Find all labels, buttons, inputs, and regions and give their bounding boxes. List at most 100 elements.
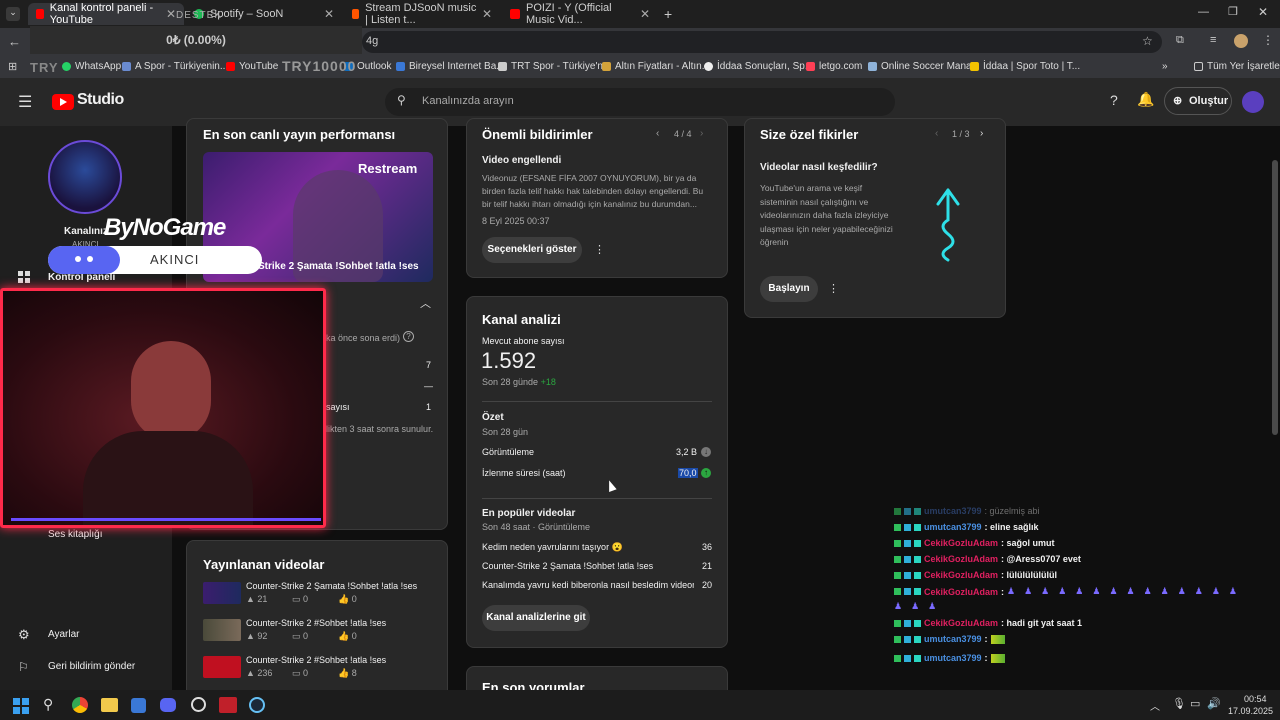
hamburger-menu-icon[interactable]: ☰ <box>18 92 32 112</box>
video-comments: 0 <box>303 668 309 678</box>
maximize-icon[interactable]: ❐ <box>1228 5 1238 18</box>
clock-time[interactable]: 00:54 <box>1244 694 1267 704</box>
clock-date[interactable]: 17.09.2025 <box>1228 706 1273 716</box>
go-to-analytics-button[interactable]: Kanal analizlerine git <box>482 605 590 631</box>
popular-video-title[interactable]: Kanalımda yavru kedi biberonla nasıl bes… <box>482 580 694 590</box>
video-thumbnail[interactable] <box>203 582 241 604</box>
bookmark-star-icon[interactable]: ☆ <box>1142 34 1153 48</box>
discord-icon <box>48 246 120 274</box>
subscribers-label: Mevcut abone sayısı <box>482 336 565 346</box>
bookmark-letgo[interactable]: letgo.com <box>806 61 862 72</box>
profile-avatar[interactable] <box>1234 34 1248 48</box>
sidebar-item-audio-library[interactable]: Ses kitaplığı <box>48 529 102 540</box>
tab-search-button[interactable]: ⌄ <box>6 7 20 21</box>
show-options-button[interactable]: Seçenekleri göster <box>482 237 582 263</box>
close-icon[interactable]: ✕ <box>640 7 650 21</box>
chat-user: CekikGozluAdam <box>924 538 999 548</box>
tab-youtube-music[interactable]: POIZI - Y (Official Music Vid... ✕ <box>502 2 658 26</box>
sidebar-item-settings[interactable]: Ayarlar <box>48 629 80 640</box>
start-button[interactable]: Başlayın <box>760 276 818 302</box>
bookmark-bank[interactable]: Bireysel Internet Ba... <box>396 61 505 72</box>
tray-chevron-icon[interactable]: ︿ <box>1150 698 1160 713</box>
prev-chevron-icon[interactable]: ‹ <box>656 128 659 139</box>
apps-grid-icon[interactable]: ⊞ <box>8 60 17 73</box>
microphone-icon[interactable]: 🎙 <box>1172 697 1186 710</box>
extensions-icon[interactable]: ⧉ <box>1176 34 1184 47</box>
create-button[interactable]: ⊕ Oluştur <box>1164 87 1232 115</box>
bookmark-iddaa[interactable]: İddaa Sonuçları, Sp... <box>704 61 813 72</box>
bookmark-trt[interactable]: TRT Spor - Türkiye'n... <box>498 61 611 72</box>
more-options-icon[interactable]: ⋮ <box>828 282 839 295</box>
bookmark-whatsapp[interactable]: WhatsApp <box>62 61 121 72</box>
chat-message: CekikGozluAdam: ♟♟♟♟♟♟♟♟♟♟♟♟♟♟ <box>894 586 1246 597</box>
close-icon[interactable]: ✕ <box>482 7 492 21</box>
notification-title: Video engellendi <box>482 155 562 166</box>
ideas-title: Size özel fikirler <box>760 127 859 142</box>
bookmark-osm[interactable]: Online Soccer Mana... <box>868 61 980 72</box>
osm-icon <box>868 62 877 71</box>
file-explorer-icon[interactable] <box>101 698 118 712</box>
prev-chevron-icon[interactable]: ‹ <box>935 128 938 139</box>
tab-youtube-studio[interactable]: Kanal kontrol paneli - YouTube ✕ <box>28 2 184 26</box>
bookmark-altin[interactable]: Altın Fiyatları - Altın... <box>602 61 710 72</box>
help-icon[interactable]: ? <box>1110 92 1118 108</box>
minimize-icon[interactable]: — <box>1198 6 1209 18</box>
close-icon[interactable]: ✕ <box>166 7 176 21</box>
next-chevron-icon[interactable]: › <box>980 128 983 139</box>
account-avatar[interactable] <box>1242 91 1264 113</box>
volume-icon[interactable]: 🔊 <box>1207 697 1221 710</box>
discord-taskbar-icon[interactable] <box>160 698 176 712</box>
sidebar-item-feedback[interactable]: Geri bildirim gönder <box>48 661 135 672</box>
collapse-chevron-icon[interactable]: ︿ <box>420 295 431 311</box>
bookmark-youtube[interactable]: YouTube <box>226 61 278 72</box>
app-icon[interactable] <box>191 697 206 712</box>
video-thumbnail[interactable] <box>203 656 241 678</box>
video-thumbnail[interactable] <box>203 619 241 641</box>
divider <box>482 498 712 499</box>
menu-dots-icon[interactable]: ⋮ <box>1262 33 1274 47</box>
bookmark-label: A Spor - Türkiyenin... <box>135 61 229 72</box>
trt-icon <box>498 62 507 71</box>
more-bookmarks-icon[interactable]: » <box>1162 61 1168 72</box>
bookmark-spor-toto[interactable]: İddaa | Spor Toto | T... <box>970 61 1080 72</box>
store-icon[interactable] <box>131 698 146 713</box>
published-video-title[interactable]: Counter-Strike 2 Şamata !Sohbet !atla !s… <box>246 581 417 591</box>
live-stat-value: 7 <box>426 360 432 370</box>
more-options-icon[interactable]: ⋮ <box>594 243 605 256</box>
bookmark-aspor[interactable]: A Spor - Türkiyenin... <box>122 61 228 72</box>
chat-message: CekikGozluAdam: @Aress0707 evet <box>894 554 1081 564</box>
ideas-body: YouTube'un arama ve keşif sisteminin nas… <box>760 183 893 247</box>
subscribers-value: 1.592 <box>481 348 537 373</box>
chrome-icon[interactable] <box>72 697 88 713</box>
next-chevron-icon[interactable]: › <box>700 128 703 139</box>
search-input[interactable]: ⚲ Kanalınızda arayın <box>385 88 895 116</box>
back-icon[interactable]: ← <box>8 34 21 49</box>
new-tab-icon[interactable]: + <box>664 6 672 22</box>
all-bookmarks[interactable]: Tüm Yer İşaretleri <box>1194 61 1280 72</box>
bell-icon[interactable]: 🔔 <box>1137 91 1154 108</box>
video-likes: 8 <box>351 668 357 678</box>
window-close-icon[interactable]: ✕ <box>1258 5 1268 19</box>
media-app-icon[interactable] <box>219 697 237 713</box>
popular-video-title[interactable]: Kedim neden yavrularını taşıyor 😮 <box>482 542 623 553</box>
bookmark-label: İddaa | Spor Toto | T... <box>983 61 1081 72</box>
media-control-icon[interactable]: ≡ <box>1210 34 1216 46</box>
steam-icon[interactable] <box>249 697 265 713</box>
channel-avatar[interactable] <box>48 140 122 214</box>
popular-video-title[interactable]: Counter-Strike 2 Şamata !Sohbet !atla !s… <box>482 561 653 571</box>
published-video-title[interactable]: Counter-Strike 2 #Sohbet !atla !ses <box>246 655 386 665</box>
windows-start-icon[interactable] <box>13 698 29 714</box>
network-icon[interactable]: ▭ <box>1190 697 1200 710</box>
bookmarks-bar: ⊞ WhatsApp A Spor - Türkiyenin... YouTub… <box>0 56 1280 78</box>
tab-soundcloud[interactable]: Stream DJSooN music | Listen t... ✕ <box>344 2 500 26</box>
tab-title: POIZI - Y (Official Music Vid... <box>526 2 612 26</box>
published-video-title[interactable]: Counter-Strike 2 #Sohbet !atla !ses <box>246 618 386 628</box>
page-scrollbar[interactable] <box>1272 160 1278 435</box>
info-icon[interactable]: ? <box>403 331 414 342</box>
search-icon[interactable]: ⚲ <box>43 696 53 713</box>
address-field[interactable]: 4g <box>362 31 1162 53</box>
youtube-logo-icon[interactable] <box>52 94 74 110</box>
signal-bars-emote-icon <box>990 653 1005 663</box>
close-icon[interactable]: ✕ <box>324 7 334 21</box>
watch-time-label: İzlenme süresi (saat) <box>482 468 566 478</box>
